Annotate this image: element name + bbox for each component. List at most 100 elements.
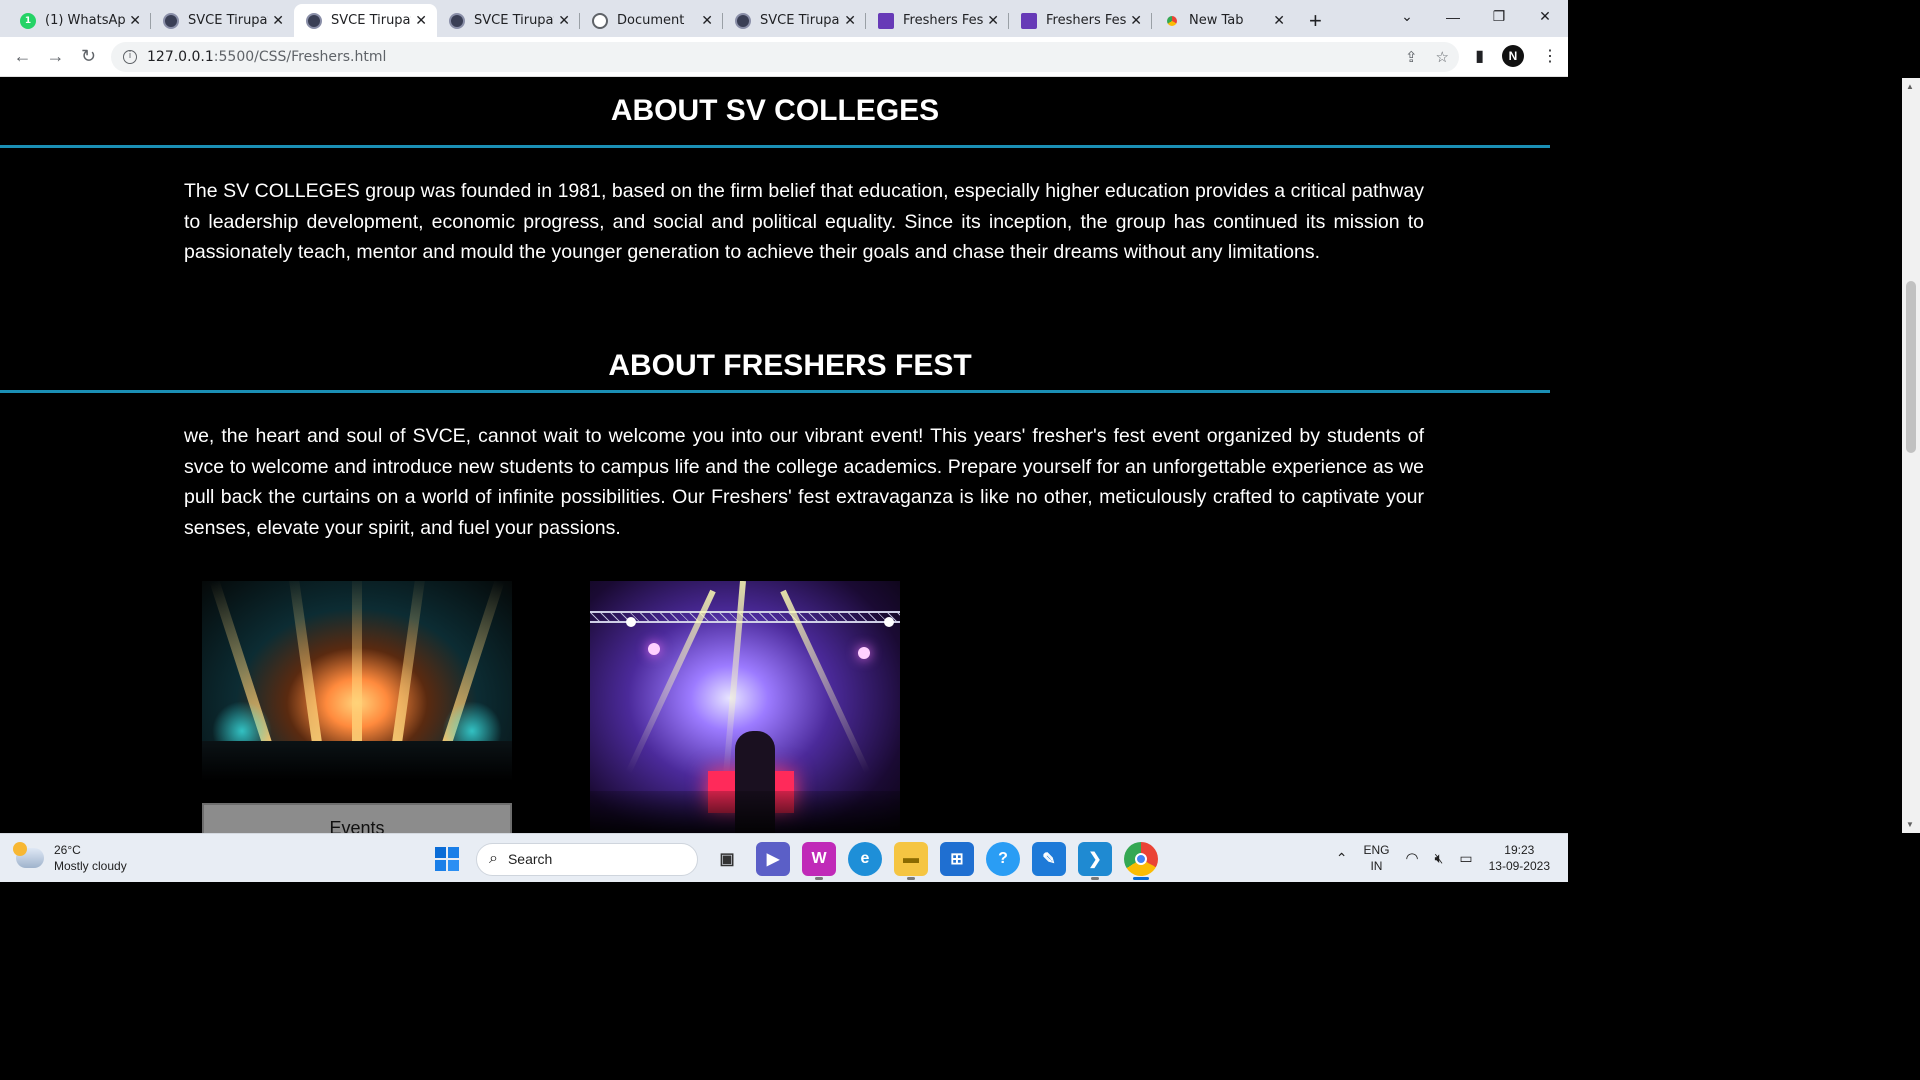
- close-tab-icon[interactable]: ✕: [129, 13, 141, 29]
- about-fest-heading: ABOUT FRESHERS FEST: [608, 349, 972, 382]
- tab-document[interactable]: Document ✕: [580, 4, 723, 37]
- close-window-button[interactable]: ✕: [1522, 8, 1568, 25]
- microsoft-store-icon[interactable]: ⊞: [940, 842, 974, 876]
- tab-svce-3[interactable]: SVCE Tirupati ✕: [437, 4, 580, 37]
- tab-svce-5[interactable]: SVCE Tirupati ✕: [723, 4, 866, 37]
- page-viewport: ABOUT SV COLLEGES The SV COLLEGES group …: [0, 78, 1550, 833]
- concert-stage-image: [202, 581, 512, 803]
- close-tab-icon[interactable]: ✕: [987, 13, 999, 29]
- forms-icon: [878, 12, 894, 29]
- close-tab-icon[interactable]: ✕: [1273, 13, 1285, 29]
- scroll-down-arrow-icon[interactable]: ▼: [1906, 820, 1914, 829]
- tab-title: SVCE Tirupati: [331, 13, 412, 28]
- close-tab-icon[interactable]: ✕: [844, 13, 856, 29]
- quick-assist-icon[interactable]: ✎: [1032, 842, 1066, 876]
- forward-button[interactable]: →: [39, 46, 72, 67]
- tab-title: Document: [617, 13, 685, 28]
- tab-new-tab[interactable]: New Tab ✕: [1152, 4, 1295, 37]
- side-panel-icon[interactable]: ▮: [1475, 46, 1484, 66]
- browser-toolbar: ← → ↻ i 127.0.0.1:5500/CSS/Freshers.html…: [0, 37, 1568, 77]
- restore-button[interactable]: ❐: [1476, 8, 1522, 25]
- weather-widget[interactable]: 26°C Mostly cloudy: [13, 842, 127, 874]
- close-tab-icon[interactable]: ✕: [272, 13, 284, 29]
- dj-card[interactable]: [590, 581, 900, 833]
- globe-icon: [592, 12, 608, 29]
- address-bar[interactable]: i 127.0.0.1:5500/CSS/Freshers.html ⇪ ☆: [111, 42, 1459, 72]
- about-colleges-heading: ABOUT SV COLLEGES: [610, 94, 940, 127]
- system-tray: ⌃ ENG IN ◠ 🔇︎ ▭ 19:23 13-09-2023: [1336, 842, 1550, 874]
- share-icon[interactable]: ⇪: [1405, 48, 1418, 66]
- lang-region: IN: [1370, 859, 1383, 873]
- about-fest-text: we, the heart and soul of SVCE, cannot w…: [184, 425, 1424, 539]
- task-view-icon[interactable]: ▣: [710, 842, 744, 876]
- minimize-button[interactable]: —: [1430, 9, 1476, 25]
- url-path: :5500/CSS/Freshers.html: [213, 49, 387, 65]
- tab-freshers-form-1[interactable]: Freshers Fest R✕: [866, 4, 1009, 37]
- wps-office-icon[interactable]: W: [802, 842, 836, 880]
- events-card[interactable]: Events: [202, 581, 512, 833]
- tab-title: SVCE Tirupati: [760, 13, 841, 28]
- tab-title: Freshers Fest R: [1046, 13, 1127, 28]
- show-hidden-icons-chevron-icon[interactable]: ⌃: [1336, 850, 1348, 867]
- section-divider: [0, 390, 1550, 393]
- file-explorer-icon[interactable]: ▬: [894, 842, 928, 880]
- tab-freshers-form-2[interactable]: Freshers Fest R✕: [1009, 4, 1152, 37]
- clock[interactable]: 19:23 13-09-2023: [1489, 842, 1550, 874]
- windows-start-icon[interactable]: [430, 842, 464, 876]
- tab-title: SVCE Tirupati: [188, 13, 269, 28]
- teams-chat-icon[interactable]: ▶: [756, 842, 790, 876]
- wifi-icon[interactable]: ◠: [1405, 849, 1418, 867]
- clock-date: 13-09-2023: [1488, 859, 1550, 873]
- reload-button[interactable]: ↻: [72, 46, 105, 67]
- tab-svce-active[interactable]: SVCE Tirupati ✕: [294, 4, 437, 37]
- menu-kebab-icon[interactable]: ⋮: [1542, 46, 1558, 66]
- events-card-label: Events: [202, 803, 512, 833]
- weather-desc: Mostly cloudy: [54, 859, 127, 873]
- search-placeholder: Search: [507, 851, 553, 867]
- windows-taskbar: 26°C Mostly cloudy ⌕ Search ▣ ▶ W e ▬ ⊞ ?…: [0, 833, 1568, 882]
- page-scrollbar[interactable]: ▲ ▼: [1902, 78, 1920, 833]
- forms-icon: [1021, 12, 1037, 29]
- tab-title: Freshers Fest R: [903, 13, 984, 28]
- chrome-taskbar-icon[interactable]: [1124, 842, 1158, 880]
- site-info-icon[interactable]: i: [123, 50, 137, 64]
- scroll-up-arrow-icon[interactable]: ▲: [1906, 82, 1914, 91]
- bookmark-star-icon[interactable]: ☆: [1436, 48, 1449, 66]
- new-tab-button[interactable]: +: [1309, 4, 1322, 37]
- whatsapp-icon: 1: [20, 12, 36, 29]
- site-icon: [735, 12, 751, 29]
- browser-tab-strip: 1 (1) WhatsApp ✕ SVCE Tirupati ✕ SVCE Tirup…: [0, 0, 1568, 37]
- taskbar-search[interactable]: ⌕ Search: [476, 842, 698, 876]
- section-divider: [0, 145, 1550, 148]
- close-tab-icon[interactable]: ✕: [558, 13, 570, 29]
- site-icon: [163, 12, 179, 29]
- battery-icon[interactable]: ▭: [1459, 850, 1472, 867]
- close-tab-icon[interactable]: ✕: [1130, 13, 1142, 29]
- site-icon: [449, 12, 465, 29]
- tab-title: (1) WhatsApp: [45, 13, 126, 28]
- weather-temp: 26°C: [54, 843, 81, 857]
- window-controls: ⌄ — ❐ ✕: [1384, 0, 1568, 33]
- clock-time: 19:23: [1504, 843, 1535, 857]
- profile-avatar[interactable]: N: [1502, 45, 1524, 67]
- speaker-muted-icon[interactable]: 🔇︎: [1435, 850, 1444, 867]
- vscode-icon[interactable]: ❯: [1078, 842, 1112, 880]
- lang-code: ENG: [1363, 843, 1390, 857]
- partly-cloudy-icon: [13, 842, 44, 868]
- tab-title: SVCE Tirupati: [474, 13, 555, 28]
- language-indicator[interactable]: ENG IN: [1363, 842, 1389, 874]
- about-colleges-text: The SV COLLEGES group was founded in 198…: [184, 180, 1424, 263]
- tab-search-icon[interactable]: ⌄: [1384, 8, 1430, 25]
- tab-title: New Tab: [1189, 13, 1244, 28]
- site-icon: [306, 12, 322, 29]
- close-tab-icon[interactable]: ✕: [701, 13, 713, 29]
- edge-browser-icon[interactable]: e: [848, 842, 882, 876]
- scrollbar-thumb[interactable]: [1906, 281, 1916, 453]
- close-tab-icon[interactable]: ✕: [415, 13, 427, 29]
- dj-performance-image: [590, 581, 900, 833]
- back-button[interactable]: ←: [6, 46, 39, 67]
- get-help-icon[interactable]: ?: [986, 842, 1020, 876]
- chrome-icon: [1164, 12, 1180, 29]
- tab-svce-1[interactable]: SVCE Tirupati ✕: [151, 4, 294, 37]
- tab-whatsapp[interactable]: 1 (1) WhatsApp ✕: [8, 4, 151, 37]
